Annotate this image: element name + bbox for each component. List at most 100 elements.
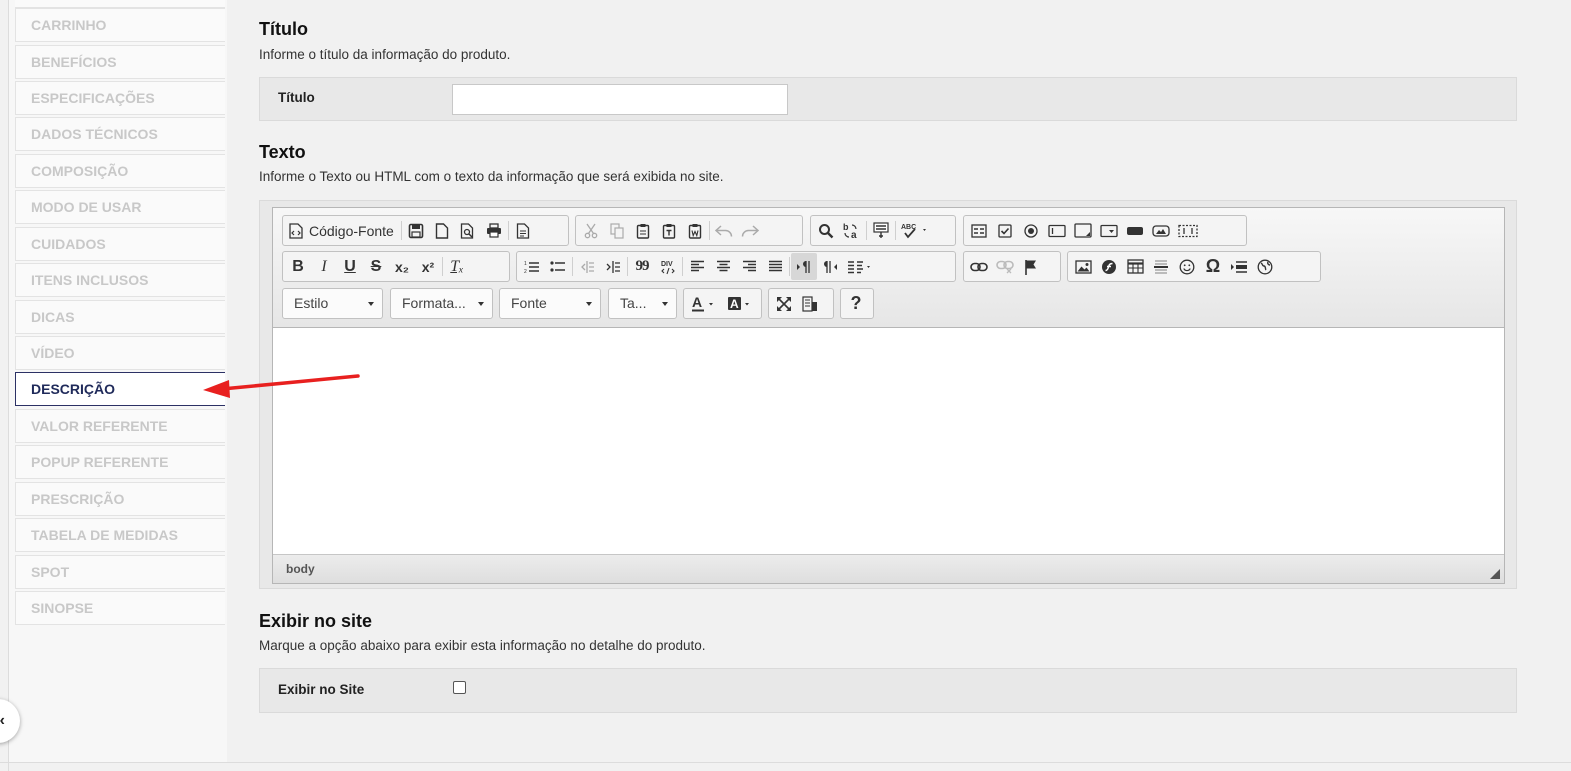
print-icon bbox=[486, 223, 501, 238]
help-button[interactable]: ? bbox=[843, 290, 869, 317]
sidebar-item-descricao[interactable]: DESCRIÇÃO bbox=[15, 372, 225, 406]
superscript-button[interactable]: x² bbox=[415, 253, 441, 280]
textarea-button[interactable] bbox=[1070, 217, 1096, 244]
bg-color-button[interactable]: A bbox=[722, 290, 758, 317]
replace-button[interactable]: ba bbox=[839, 217, 865, 244]
resize-handle-icon[interactable] bbox=[1490, 569, 1500, 579]
sidebar-item-modo-de-usar[interactable]: MODO DE USAR bbox=[15, 190, 225, 224]
unlink-button[interactable] bbox=[992, 253, 1018, 280]
blockquote-button[interactable]: 99 bbox=[629, 253, 655, 280]
sidebar-item-beneficios[interactable]: BENEFÍCIOS bbox=[15, 45, 225, 79]
paste-text-button[interactable] bbox=[656, 217, 682, 244]
horizontal-rule-button[interactable] bbox=[1148, 253, 1174, 280]
style-combo[interactable]: Estilo bbox=[282, 288, 383, 319]
link-button[interactable] bbox=[966, 253, 992, 280]
editor-content-area[interactable] bbox=[273, 329, 1504, 554]
flash-button[interactable] bbox=[1096, 253, 1122, 280]
source-code-button[interactable]: Código-Fonte bbox=[285, 217, 400, 244]
maximize-button[interactable] bbox=[771, 290, 797, 317]
sidebar-item-video[interactable]: VÍDEO bbox=[15, 336, 225, 370]
language-button[interactable] bbox=[843, 253, 877, 280]
image-button-field-button[interactable] bbox=[1148, 217, 1174, 244]
iframe-button[interactable] bbox=[1252, 253, 1278, 280]
paste-from-word-button[interactable] bbox=[682, 217, 708, 244]
save-button[interactable] bbox=[403, 217, 429, 244]
italic-button[interactable]: I bbox=[311, 253, 337, 280]
find-button[interactable] bbox=[813, 217, 839, 244]
bulleted-list-button[interactable] bbox=[545, 253, 571, 280]
anchor-button[interactable] bbox=[1018, 253, 1044, 280]
select-all-button[interactable] bbox=[868, 217, 894, 244]
subscript-button[interactable]: x₂ bbox=[389, 253, 415, 280]
button-field-button[interactable] bbox=[1122, 217, 1148, 244]
image-button[interactable] bbox=[1070, 253, 1096, 280]
numbered-list-button[interactable]: 12 bbox=[519, 253, 545, 280]
templates-button[interactable] bbox=[510, 217, 536, 244]
sidebar-item-carrinho[interactable]: CARRINHO bbox=[15, 8, 225, 42]
toolbar-separator bbox=[895, 221, 896, 240]
show-blocks-button[interactable] bbox=[797, 290, 823, 317]
size-combo[interactable]: Ta... bbox=[608, 288, 677, 319]
align-center-button[interactable] bbox=[710, 253, 736, 280]
cut-button[interactable] bbox=[578, 217, 604, 244]
align-left-button[interactable] bbox=[684, 253, 710, 280]
align-right-button[interactable] bbox=[736, 253, 762, 280]
redo-button[interactable] bbox=[737, 217, 763, 244]
sidebar-item-dados-tecnicos[interactable]: DADOS TÉCNICOS bbox=[15, 117, 225, 151]
rtl-button[interactable] bbox=[817, 253, 843, 280]
page-break-button[interactable] bbox=[1226, 253, 1252, 280]
hidden-field-button[interactable] bbox=[1174, 217, 1202, 244]
indent-button[interactable] bbox=[600, 253, 626, 280]
sidebar-item-popup-referente[interactable]: POPUP REFERENTE bbox=[15, 445, 225, 479]
sidebar-item-itens-inclusos[interactable]: ITENS INCLUSOS bbox=[15, 263, 225, 297]
font-combo[interactable]: Fonte bbox=[499, 288, 601, 319]
svg-text:1: 1 bbox=[524, 261, 527, 267]
form-icon bbox=[971, 223, 987, 238]
svg-text:b: b bbox=[843, 222, 849, 232]
remove-format-button[interactable]: Tₓ bbox=[444, 253, 470, 280]
checkbox-button[interactable] bbox=[992, 217, 1018, 244]
chevron-down-icon bbox=[368, 302, 374, 306]
text-color-button[interactable]: A bbox=[686, 290, 722, 317]
element-path[interactable]: body bbox=[286, 562, 315, 576]
bold-button[interactable]: B bbox=[285, 253, 311, 280]
toolbar-separator bbox=[400, 221, 402, 240]
undo-button[interactable] bbox=[711, 217, 737, 244]
select-field-button[interactable] bbox=[1096, 217, 1122, 244]
sidebar-item-especificacoes[interactable]: ESPECIFICAÇÕES bbox=[15, 81, 225, 115]
sidebar-item-prescricao[interactable]: PRESCRIÇÃO bbox=[15, 482, 225, 516]
ltr-button[interactable] bbox=[791, 253, 817, 280]
paste-button[interactable] bbox=[630, 217, 656, 244]
format-combo[interactable]: Formata... bbox=[390, 288, 493, 319]
sidebar-item-cuidados[interactable]: CUIDADOS bbox=[15, 227, 225, 261]
textfield-button[interactable] bbox=[1044, 217, 1070, 244]
toolbar-group-links bbox=[963, 251, 1061, 282]
exibir-checkbox[interactable] bbox=[453, 681, 466, 694]
create-div-button[interactable]: DIV bbox=[655, 253, 681, 280]
print-button[interactable] bbox=[481, 217, 507, 244]
bottom-border bbox=[0, 762, 1571, 763]
sidebar-item-sinopse[interactable]: SINOPSE bbox=[15, 591, 225, 625]
preview-button[interactable] bbox=[455, 217, 481, 244]
sidebar-item-dicas[interactable]: DICAS bbox=[15, 300, 225, 334]
sidebar-item-spot[interactable]: SPOT bbox=[15, 555, 225, 589]
image-button-icon bbox=[1152, 224, 1170, 237]
justify-button[interactable] bbox=[762, 253, 788, 280]
underline-button[interactable]: U bbox=[337, 253, 363, 280]
form-button[interactable] bbox=[966, 217, 992, 244]
sidebar-item-composicao[interactable]: COMPOSIÇÃO bbox=[15, 154, 225, 188]
sidebar-item-tabela-de-medidas[interactable]: TABELA DE MEDIDAS bbox=[15, 518, 225, 552]
spellcheck-button[interactable]: ABC bbox=[897, 217, 933, 244]
special-char-button[interactable]: Ω bbox=[1200, 253, 1226, 280]
strike-button[interactable]: S bbox=[363, 253, 389, 280]
sidebar-item-valor-referente[interactable]: VALOR REFERENTE bbox=[15, 409, 225, 443]
sidebar-item-partial[interactable] bbox=[15, 0, 225, 8]
titulo-input[interactable] bbox=[452, 84, 788, 115]
image-icon bbox=[1074, 259, 1092, 274]
smiley-button[interactable] bbox=[1174, 253, 1200, 280]
radio-button[interactable] bbox=[1018, 217, 1044, 244]
outdent-button[interactable] bbox=[574, 253, 600, 280]
copy-button[interactable] bbox=[604, 217, 630, 244]
table-button[interactable] bbox=[1122, 253, 1148, 280]
new-page-button[interactable] bbox=[429, 217, 455, 244]
